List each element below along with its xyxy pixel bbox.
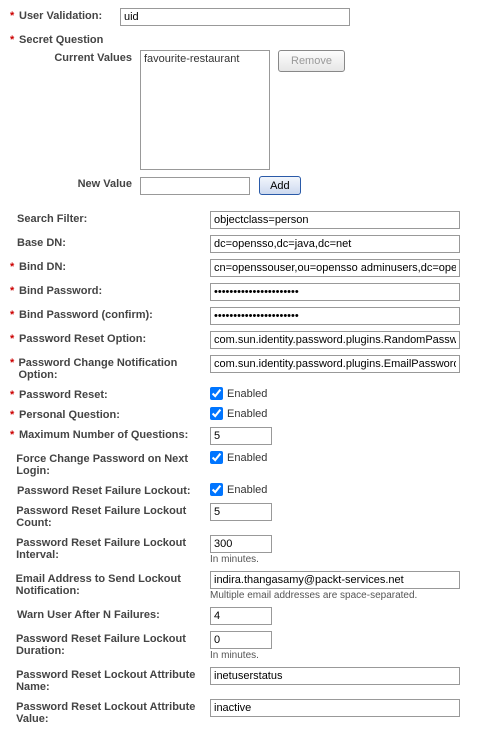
add-button[interactable]: Add: [259, 176, 301, 195]
list-item[interactable]: favourite-restaurant: [144, 53, 266, 65]
fail-interval-hint: In minutes.: [210, 554, 490, 565]
fail-duration-hint: In minutes.: [210, 650, 490, 661]
required-icon: *: [10, 285, 17, 297]
pw-reset-checkbox[interactable]: [210, 387, 223, 400]
bind-dn-label: Bind DN:: [19, 261, 66, 273]
user-validation-label: User Validation:: [19, 10, 102, 22]
warn-after-n-input[interactable]: [210, 607, 272, 625]
personal-question-checkbox[interactable]: [210, 407, 223, 420]
lock-attr-value-label: Password Reset Lockout Attribute Value:: [16, 701, 204, 725]
pw-reset-chk-label: Enabled: [227, 388, 267, 400]
lock-attr-value-input[interactable]: [210, 699, 460, 717]
pw-change-notif-label: Password Change Notification Option:: [18, 357, 204, 381]
secret-question-heading: Secret Question: [19, 34, 103, 46]
max-questions-label: Maximum Number of Questions:: [19, 429, 188, 441]
lock-attr-name-input[interactable]: [210, 667, 460, 685]
user-validation-input[interactable]: [120, 8, 350, 26]
lock-email-label: Email Address to Send Lockout Notificati…: [16, 573, 204, 597]
search-filter-label: Search Filter:: [17, 213, 87, 225]
pw-reset-option-label: Password Reset Option:: [19, 333, 146, 345]
fail-duration-input[interactable]: [210, 631, 272, 649]
required-icon: *: [10, 429, 17, 441]
fail-count-label: Password Reset Failure Lockout Count:: [16, 505, 204, 529]
force-change-checkbox[interactable]: [210, 451, 223, 464]
fail-duration-label: Password Reset Failure Lockout Duration:: [16, 633, 204, 657]
new-value-input[interactable]: [140, 177, 250, 195]
fail-interval-label: Password Reset Failure Lockout Interval:: [16, 537, 204, 561]
required-icon: *: [10, 389, 17, 401]
lock-attr-name-label: Password Reset Lockout Attribute Name:: [16, 669, 204, 693]
pw-change-notif-input[interactable]: [210, 355, 460, 373]
required-icon: *: [10, 309, 17, 321]
personal-question-chk-label: Enabled: [227, 408, 267, 420]
required-icon: *: [10, 10, 17, 22]
fail-lockout-label: Password Reset Failure Lockout:: [17, 485, 191, 497]
required-icon: *: [10, 34, 17, 46]
pw-reset-option-input[interactable]: [210, 331, 460, 349]
warn-after-n-label: Warn User After N Failures:: [17, 609, 160, 621]
fail-lockout-checkbox[interactable]: [210, 483, 223, 496]
personal-question-label: Personal Question:: [19, 409, 120, 421]
base-dn-input[interactable]: [210, 235, 460, 253]
remove-button[interactable]: Remove: [278, 50, 345, 72]
required-icon: *: [10, 333, 17, 345]
new-value-label: New Value: [10, 176, 140, 195]
current-values-list[interactable]: favourite-restaurant: [140, 50, 270, 170]
search-filter-input[interactable]: [210, 211, 460, 229]
bind-dn-input[interactable]: [210, 259, 460, 277]
force-change-label: Force Change Password on Next Login:: [16, 453, 204, 477]
bind-password-confirm-input[interactable]: [210, 307, 460, 325]
bind-password-input[interactable]: [210, 283, 460, 301]
fail-interval-input[interactable]: [210, 535, 272, 553]
bind-password-label: Bind Password:: [19, 285, 102, 297]
base-dn-label: Base DN:: [17, 237, 66, 249]
required-icon: *: [10, 261, 17, 273]
bind-password-confirm-label: Bind Password (confirm):: [19, 309, 153, 321]
lock-email-input[interactable]: [210, 571, 460, 589]
required-icon: *: [10, 357, 16, 369]
force-change-chk-label: Enabled: [227, 452, 267, 464]
max-questions-input[interactable]: [210, 427, 272, 445]
fail-count-input[interactable]: [210, 503, 272, 521]
pw-reset-label: Password Reset:: [19, 389, 108, 401]
fail-lockout-chk-label: Enabled: [227, 484, 267, 496]
current-values-label: Current Values: [10, 50, 140, 170]
required-icon: *: [10, 409, 17, 421]
lock-email-hint: Multiple email addresses are space-separ…: [210, 590, 490, 601]
